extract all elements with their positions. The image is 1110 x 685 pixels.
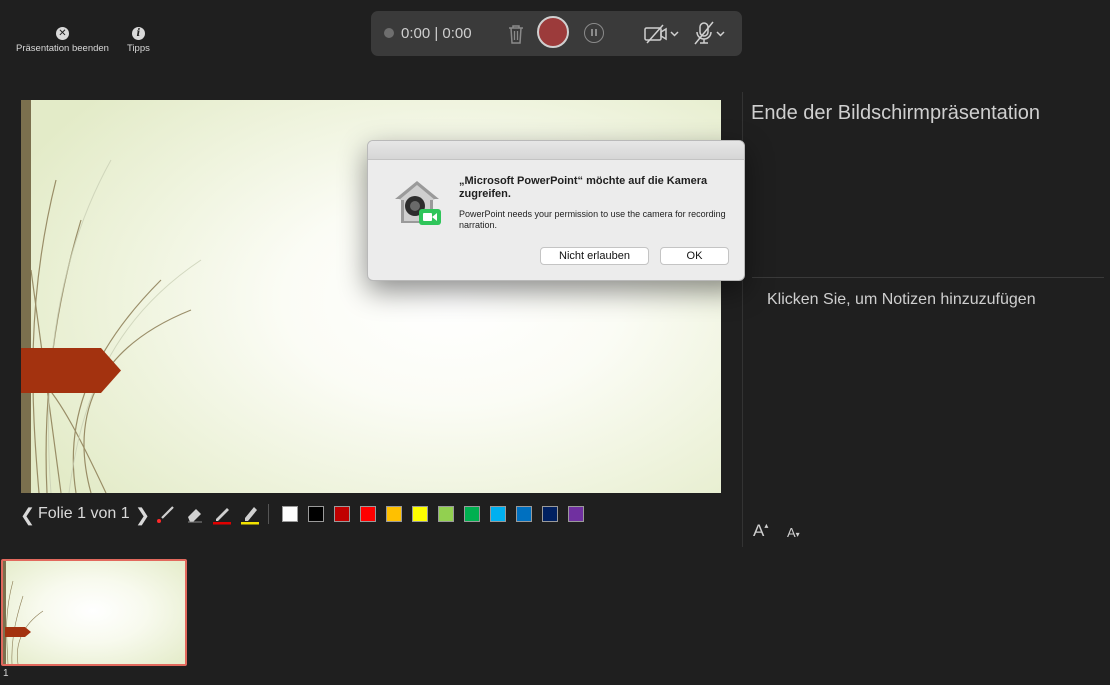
record-button[interactable] [537,16,569,48]
color-swatch-10[interactable] [516,506,532,522]
trash-icon [509,25,523,44]
color-swatch-5[interactable] [386,506,402,522]
chevron-left-icon: ❮ [20,505,36,525]
slide-thumbnail[interactable] [1,559,187,666]
tips-label: Tipps [127,43,150,54]
delete-recording-button[interactable] [506,23,526,50]
toolbar-separator [268,504,269,524]
down-caret-icon: ▾ [795,530,800,539]
decrease-font-label: A [787,525,796,540]
end-show-label: Präsentation beenden [16,43,109,54]
deny-button[interactable]: Nicht erlauben [540,247,649,265]
pen-icon [213,508,231,525]
dialog-heading: „Microsoft PowerPoint“ möchte auf die Ka… [459,175,708,200]
decrease-font-button[interactable]: A▾ [787,524,800,542]
color-swatch-8[interactable] [464,506,480,522]
color-swatch-6[interactable] [412,506,428,522]
camera-permission-dialog: „Microsoft PowerPoint“ möchte auf die Ka… [367,140,745,281]
camera-permission-icon [389,177,445,238]
eraser-icon [188,509,202,523]
next-slide-button[interactable]: ❯ [135,505,150,526]
color-swatch-9[interactable] [490,506,506,522]
recording-indicator [384,28,394,38]
end-show-button[interactable]: ✕ Präsentation beenden [16,27,109,54]
ok-button[interactable]: OK [660,247,729,265]
laser-pointer-button[interactable] [155,503,177,530]
microphone-off-icon [694,21,725,45]
close-icon: ✕ [55,27,69,40]
thumbnail-decoration [3,561,44,664]
next-slide-title: Ende der Bildschirmpräsentation [751,102,1041,124]
chevron-right-icon: ❯ [135,505,151,525]
microphone-toggle-button[interactable] [692,20,728,51]
tips-button[interactable]: i Tipps [127,27,150,54]
previous-slide-button[interactable]: ❮ [20,505,35,526]
up-caret-icon: ▴ [764,521,769,530]
recording-timer: 0:00 | 0:00 [401,25,472,42]
color-swatch-1[interactable] [282,506,298,522]
pen-button[interactable] [211,503,233,530]
color-swatch-3[interactable] [334,506,350,522]
color-swatch-4[interactable] [360,506,376,522]
notes-divider [752,277,1104,278]
camera-off-icon [644,24,679,44]
color-swatch-7[interactable] [438,506,454,522]
highlighter-button[interactable] [239,503,261,530]
eraser-button[interactable] [184,503,206,530]
dialog-message: PowerPoint needs your permission to use … [459,209,726,230]
thumbnail-number: 1 [3,668,9,679]
pause-button[interactable] [584,23,604,43]
color-swatch-2[interactable] [308,506,324,522]
increase-font-button[interactable]: A▴ [753,521,768,541]
camera-toggle-button[interactable] [643,23,681,50]
color-swatch-12[interactable] [568,506,584,522]
highlighter-icon [241,507,259,525]
dialog-titlebar [368,141,744,160]
notes-area[interactable]: Klicken Sie, um Notizen hinzuzufügen [767,291,1036,309]
slide-arrow-shape [21,348,121,393]
increase-font-label: A [753,521,765,540]
slide-counter: Folie 1 von 1 [38,505,130,522]
info-icon: i [131,27,145,40]
color-swatch-11[interactable] [542,506,558,522]
laser-pointer-icon [157,506,174,523]
